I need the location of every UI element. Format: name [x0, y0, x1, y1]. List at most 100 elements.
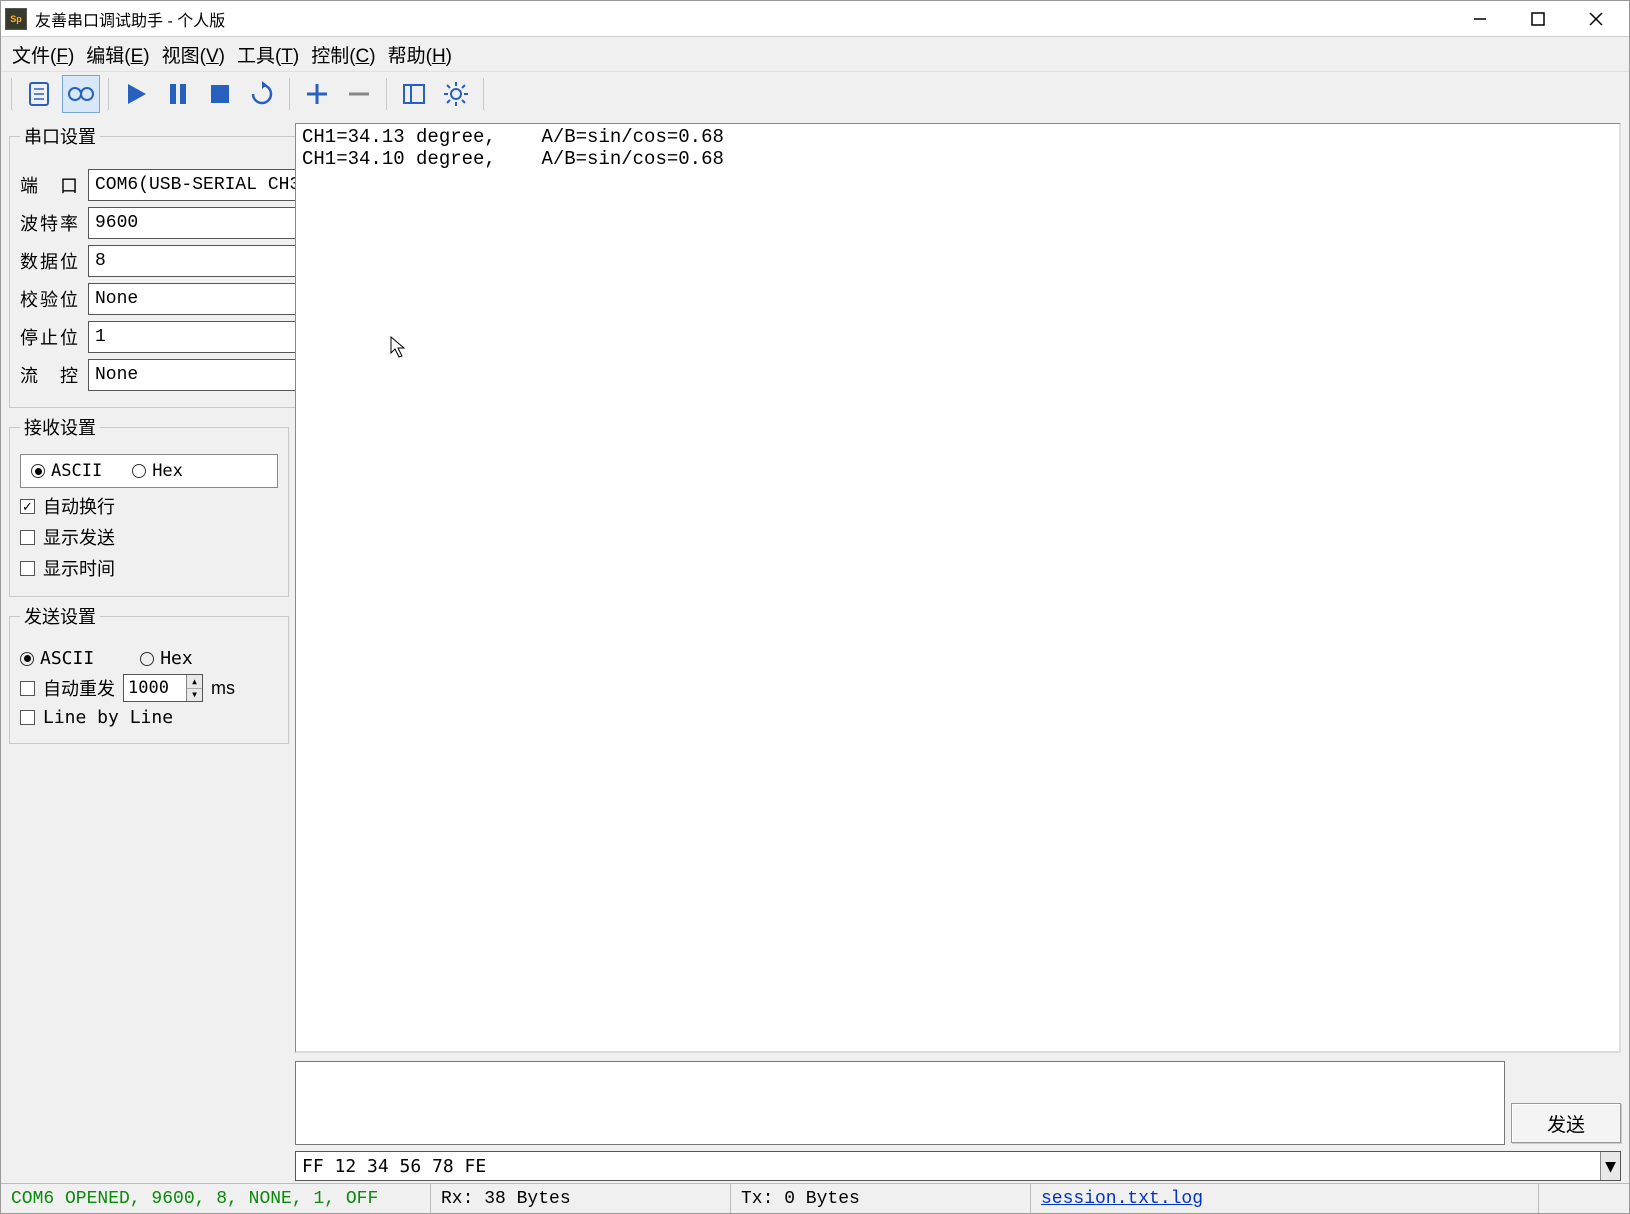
checkbox-icon: [20, 710, 35, 725]
toolbar: [1, 71, 1629, 115]
line-by-line-label: Line by Line: [43, 707, 173, 728]
maximize-button[interactable]: [1509, 1, 1567, 37]
toolbar-add-button[interactable]: [298, 75, 336, 113]
baud-label: 波特率: [20, 210, 82, 236]
send-settings-group: 发送设置 ASCII Hex 自动重发 1000 ▲▼ ms Line by Li…: [9, 603, 289, 744]
minimize-button[interactable]: [1451, 1, 1509, 37]
checkbox-icon: [20, 681, 35, 696]
show-send-checkbox[interactable]: 显示发送: [20, 524, 115, 550]
toolbar-pause-button[interactable]: [159, 75, 197, 113]
interval-unit-label: ms: [211, 678, 235, 699]
menubar: 文件(F) 编辑(E) 视图(V) 工具(T) 控制(C) 帮助(H): [1, 37, 1629, 71]
status-log-link[interactable]: session.txt.log: [1041, 1189, 1203, 1209]
port-label: 端 口: [20, 172, 82, 198]
toolbar-play-button[interactable]: [117, 75, 155, 113]
recv-ascii-radio[interactable]: ASCII: [31, 461, 102, 481]
status-port: COM6 OPENED, 9600, 8, NONE, 1, OFF: [1, 1184, 431, 1213]
titlebar: Sp 友善串口调试助手 - 个人版: [1, 1, 1629, 37]
toolbar-stop-button[interactable]: [201, 75, 239, 113]
recv-settings-legend: 接收设置: [20, 414, 100, 440]
menu-edit[interactable]: 编辑(E): [80, 39, 155, 70]
menu-tools[interactable]: 工具(T): [231, 39, 305, 70]
send-button[interactable]: 发送: [1511, 1103, 1621, 1143]
auto-resend-label: 自动重发: [43, 675, 115, 701]
pause-icon: [165, 81, 191, 107]
baud-value: 9600: [95, 213, 138, 233]
status-rx: Rx: 38 Bytes: [431, 1184, 731, 1213]
send-hex-radio[interactable]: Hex: [140, 648, 193, 669]
auto-resend-checkbox[interactable]: 自动重发: [20, 675, 115, 701]
app-window: Sp 友善串口调试助手 - 个人版 文件(F) 编辑(E) 视图(V) 工具(T…: [0, 0, 1630, 1214]
hex-preset-combo[interactable]: FF 12 34 56 78 FE ▼: [295, 1151, 1621, 1181]
show-time-checkbox[interactable]: 显示时间: [20, 555, 115, 581]
play-icon: [123, 81, 149, 107]
checkbox-icon: [20, 561, 35, 576]
radio-icon: [140, 652, 154, 666]
output-line: CH1=34.10 degree, A/B=sin/cos=0.68: [302, 148, 724, 170]
chevron-down-icon: ▼: [1600, 1152, 1620, 1180]
spinner-down-icon[interactable]: ▼: [187, 689, 202, 702]
output-line: CH1=34.13 degree, A/B=sin/cos=0.68: [302, 126, 724, 148]
toolbar-record-button[interactable]: [62, 75, 100, 113]
flowctrl-value: None: [95, 365, 138, 385]
status-grip: [1539, 1184, 1629, 1213]
stop-icon: [207, 81, 233, 107]
recv-settings-group: 接收设置 ASCII Hex 自动换行 显示发送 显示时间: [9, 414, 289, 597]
tape-icon: [66, 81, 96, 107]
hex-preset-value: FF 12 34 56 78 FE: [302, 1156, 486, 1177]
send-settings-legend: 发送设置: [20, 603, 100, 629]
close-button[interactable]: [1567, 1, 1625, 37]
send-hex-label: Hex: [160, 648, 193, 669]
minus-icon: [346, 81, 372, 107]
recv-ascii-label: ASCII: [51, 461, 102, 481]
checkbox-icon: [20, 499, 35, 514]
parity-value: None: [95, 289, 138, 309]
send-ascii-radio[interactable]: ASCII: [20, 648, 94, 669]
window-title: 友善串口调试助手 - 个人版: [35, 7, 225, 31]
menu-help[interactable]: 帮助(H): [382, 39, 458, 70]
send-input[interactable]: [295, 1061, 1505, 1145]
recv-hex-label: Hex: [152, 461, 183, 481]
status-tx: Tx: 0 Bytes: [731, 1184, 1031, 1213]
menu-view[interactable]: 视图(V): [156, 39, 231, 70]
toolbar-settings-button[interactable]: [437, 75, 475, 113]
resend-interval-spinner[interactable]: 1000 ▲▼: [123, 674, 203, 702]
reload-icon: [249, 81, 275, 107]
layout-icon: [401, 81, 427, 107]
minimize-icon: [1473, 12, 1487, 26]
document-icon: [26, 81, 52, 107]
close-icon: [1589, 12, 1603, 26]
line-by-line-checkbox[interactable]: Line by Line: [20, 707, 173, 728]
checkbox-icon: [20, 530, 35, 545]
body-area: 串口设置 端 口 COM6(USB-SERIAL CH340)▼ 波特率 960…: [1, 115, 1629, 1183]
sidebar: 串口设置 端 口 COM6(USB-SERIAL CH340)▼ 波特率 960…: [9, 123, 289, 1181]
recv-hex-radio[interactable]: Hex: [132, 461, 183, 481]
output-textarea[interactable]: CH1=34.13 degree, A/B=sin/cos=0.68 CH1=3…: [295, 123, 1621, 1053]
radio-icon: [20, 652, 34, 666]
databits-label: 数据位: [20, 248, 82, 274]
stopbits-label: 停止位: [20, 324, 82, 350]
send-ascii-label: ASCII: [40, 648, 94, 669]
serial-settings-legend: 串口设置: [20, 123, 100, 149]
spinner-up-icon[interactable]: ▲: [187, 675, 202, 689]
show-send-label: 显示发送: [43, 524, 115, 550]
databits-value: 8: [95, 251, 106, 271]
menu-control[interactable]: 控制(C): [305, 39, 381, 70]
plus-icon: [304, 81, 330, 107]
main-area: CH1=34.13 degree, A/B=sin/cos=0.68 CH1=3…: [295, 123, 1621, 1181]
radio-icon: [132, 464, 146, 478]
statusbar: COM6 OPENED, 9600, 8, NONE, 1, OFF Rx: 3…: [1, 1183, 1629, 1213]
auto-wrap-checkbox[interactable]: 自动换行: [20, 493, 115, 519]
show-time-label: 显示时间: [43, 555, 115, 581]
toolbar-layout-button[interactable]: [395, 75, 433, 113]
toolbar-reload-button[interactable]: [243, 75, 281, 113]
stopbits-value: 1: [95, 327, 106, 347]
auto-wrap-label: 自动换行: [43, 493, 115, 519]
recv-format-radiogroup: ASCII Hex: [20, 454, 278, 488]
resend-interval-value: 1000: [128, 678, 169, 698]
menu-file[interactable]: 文件(F): [6, 39, 80, 70]
toolbar-remove-button[interactable]: [340, 75, 378, 113]
maximize-icon: [1531, 12, 1545, 26]
parity-label: 校验位: [20, 286, 82, 312]
toolbar-log-button[interactable]: [20, 75, 58, 113]
